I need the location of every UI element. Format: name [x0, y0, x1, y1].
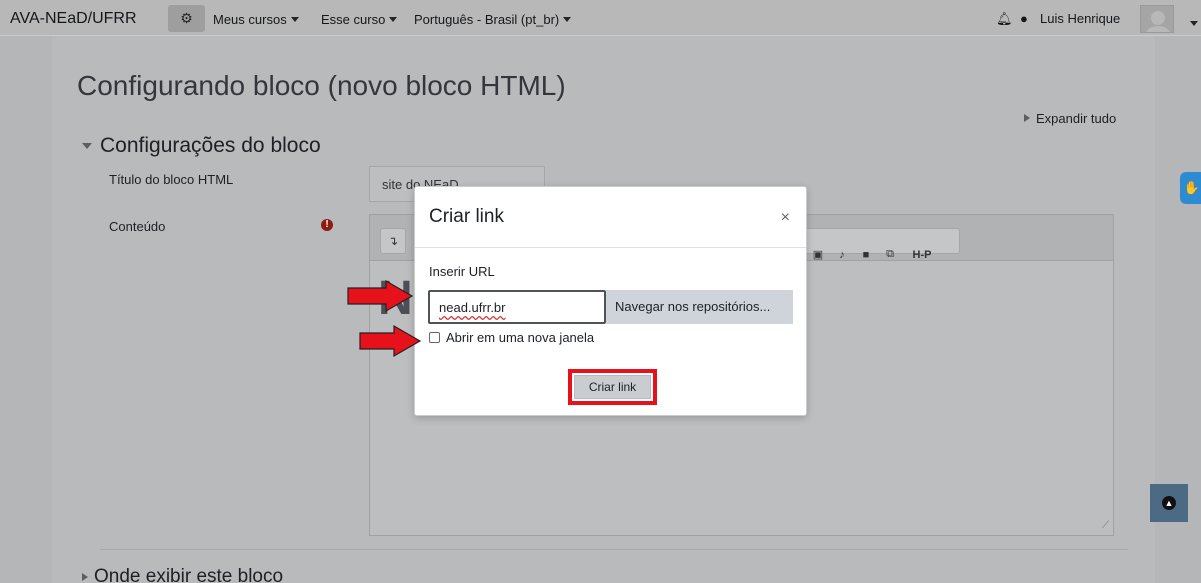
chevron-up-icon: ▲	[1162, 496, 1176, 510]
url-label: Inserir URL	[429, 264, 495, 279]
create-link-button[interactable]: Criar link	[574, 375, 651, 399]
browse-repositories-button[interactable]: Navegar nos repositórios...	[606, 290, 793, 324]
scroll-to-top-button[interactable]: ▲	[1150, 484, 1188, 522]
annotation-arrow-icon	[347, 279, 414, 313]
video-icon[interactable]: ■	[855, 242, 877, 267]
new-window-checkbox[interactable]	[429, 332, 440, 343]
h5p-icon[interactable]: H-P	[905, 242, 939, 267]
section-where-display[interactable]: Onde exibir este bloco	[82, 566, 283, 583]
resize-handle-icon[interactable]: ⟋	[1102, 520, 1109, 531]
section-title: Configurações do bloco	[100, 134, 321, 157]
caret-right-icon	[1024, 114, 1030, 122]
annotation-arrow-icon	[359, 324, 422, 358]
dialog-title: Criar link	[429, 206, 504, 227]
section-title: Onde exibir este bloco	[94, 566, 284, 583]
accessibility-icon[interactable]: ✋	[1180, 172, 1201, 204]
section-block-settings[interactable]: Configurações do bloco	[82, 134, 321, 158]
expand-all-link[interactable]: Expandir tudo	[1024, 111, 1116, 126]
page-title: Configurando bloco (novo bloco HTML)	[77, 70, 566, 101]
content-field-label: Conteúdo	[109, 219, 166, 234]
close-icon[interactable]: ×	[781, 209, 790, 227]
create-link-dialog: Criar link × Inserir URL nead.ufrr.br Na…	[414, 186, 807, 416]
url-input[interactable]: nead.ufrr.br	[428, 290, 606, 324]
create-link-highlight: Criar link	[568, 369, 657, 405]
toolbar-media-group: ▣ ♪ ■ ⧉ H-P	[804, 228, 960, 261]
microphone-icon[interactable]: ♪	[831, 242, 853, 267]
required-icon: !	[321, 219, 333, 231]
dialog-header-divider	[415, 247, 806, 248]
backdrop-overlay	[0, 0, 1201, 35]
caret-down-icon	[82, 143, 92, 149]
toolbar-toggle-button[interactable]: ↴	[380, 228, 406, 254]
expand-all-label: Expandir tudo	[1036, 111, 1117, 126]
caret-right-icon	[82, 573, 88, 581]
title-field-label: Título do bloco HTML	[109, 172, 234, 187]
divider	[100, 549, 1128, 550]
copy-icon[interactable]: ⧉	[879, 242, 901, 267]
top-navbar: AVA-NEaD/UFRR ⚙ Meus cursos Esse curso P…	[0, 0, 1201, 36]
new-window-label[interactable]: Abrir em uma nova janela	[446, 330, 594, 345]
file-icon[interactable]: ▣	[807, 242, 829, 267]
